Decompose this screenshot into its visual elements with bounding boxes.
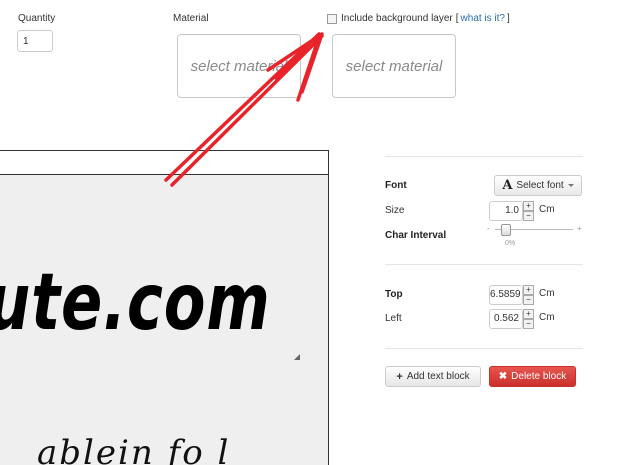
top-input[interactable]: 6.5859 — [489, 285, 523, 305]
background-layer-checkbox[interactable] — [327, 13, 337, 24]
font-icon: A — [502, 178, 513, 193]
char-interval-label: Char Interval — [385, 230, 447, 241]
quantity-label: Quantity — [18, 13, 56, 24]
delete-block-label: Delete block — [511, 371, 567, 382]
left-increment-button[interactable]: + — [523, 309, 534, 319]
left-decrement-button[interactable]: − — [523, 319, 534, 329]
slider-thumb[interactable] — [501, 224, 511, 236]
top-decrement-button[interactable]: − — [523, 295, 534, 305]
canvas-script-text-block[interactable]: ablein fo l — [37, 433, 230, 465]
delete-block-button[interactable]: ✖ Delete block — [489, 366, 576, 387]
add-text-block-button[interactable]: + Add text block — [385, 366, 481, 387]
top-label: Top — [385, 289, 403, 300]
font-label: Font — [385, 180, 407, 191]
slider-plus-icon: + — [577, 224, 582, 233]
left-input[interactable]: 0.562 — [489, 309, 523, 329]
size-increment-button[interactable]: + — [523, 201, 534, 211]
size-unit: Cm — [539, 204, 555, 215]
design-canvas[interactable]: ute.com ablein fo l — [0, 150, 329, 465]
help-bracket-close: ] — [507, 13, 510, 24]
left-unit: Cm — [539, 312, 555, 323]
canvas-top-strip — [0, 151, 328, 175]
panel-divider — [385, 348, 583, 349]
caret-down-icon — [567, 184, 574, 187]
panel-divider — [385, 264, 583, 265]
select-font-button[interactable]: A Select font — [494, 175, 582, 196]
panel-divider — [385, 156, 583, 157]
top-unit: Cm — [539, 288, 555, 299]
size-input[interactable]: 1.0 — [489, 201, 523, 221]
quantity-input[interactable] — [17, 30, 53, 52]
what-is-it-link[interactable]: what is it? — [461, 13, 505, 24]
char-interval-slider[interactable]: - + — [487, 222, 583, 242]
top-spinner: + − — [523, 285, 534, 305]
size-spinner: + − — [523, 201, 534, 221]
select-material-box-1[interactable]: select material — [177, 34, 301, 98]
left-spinner: + − — [523, 309, 534, 329]
close-icon: ✖ — [498, 371, 508, 382]
left-label: Left — [385, 313, 402, 324]
add-text-block-label: Add text block — [406, 371, 470, 382]
resize-handle-icon[interactable] — [294, 354, 300, 360]
top-increment-button[interactable]: + — [523, 285, 534, 295]
canvas-text-block[interactable]: ute.com — [0, 258, 270, 348]
char-interval-value: 0% — [505, 240, 516, 247]
plus-icon: + — [396, 370, 403, 383]
size-label: Size — [385, 205, 405, 216]
select-font-label: Select font — [516, 180, 564, 191]
help-bracket-open: [ — [455, 13, 459, 24]
material-label: Material — [173, 13, 209, 24]
select-material-box-2[interactable]: select material — [332, 34, 456, 98]
size-decrement-button[interactable]: − — [523, 211, 534, 221]
slider-minus-icon: - — [487, 224, 490, 233]
background-layer-option: Include background layer [ what is it? ] — [327, 13, 510, 24]
background-layer-label: Include background layer — [341, 13, 453, 24]
